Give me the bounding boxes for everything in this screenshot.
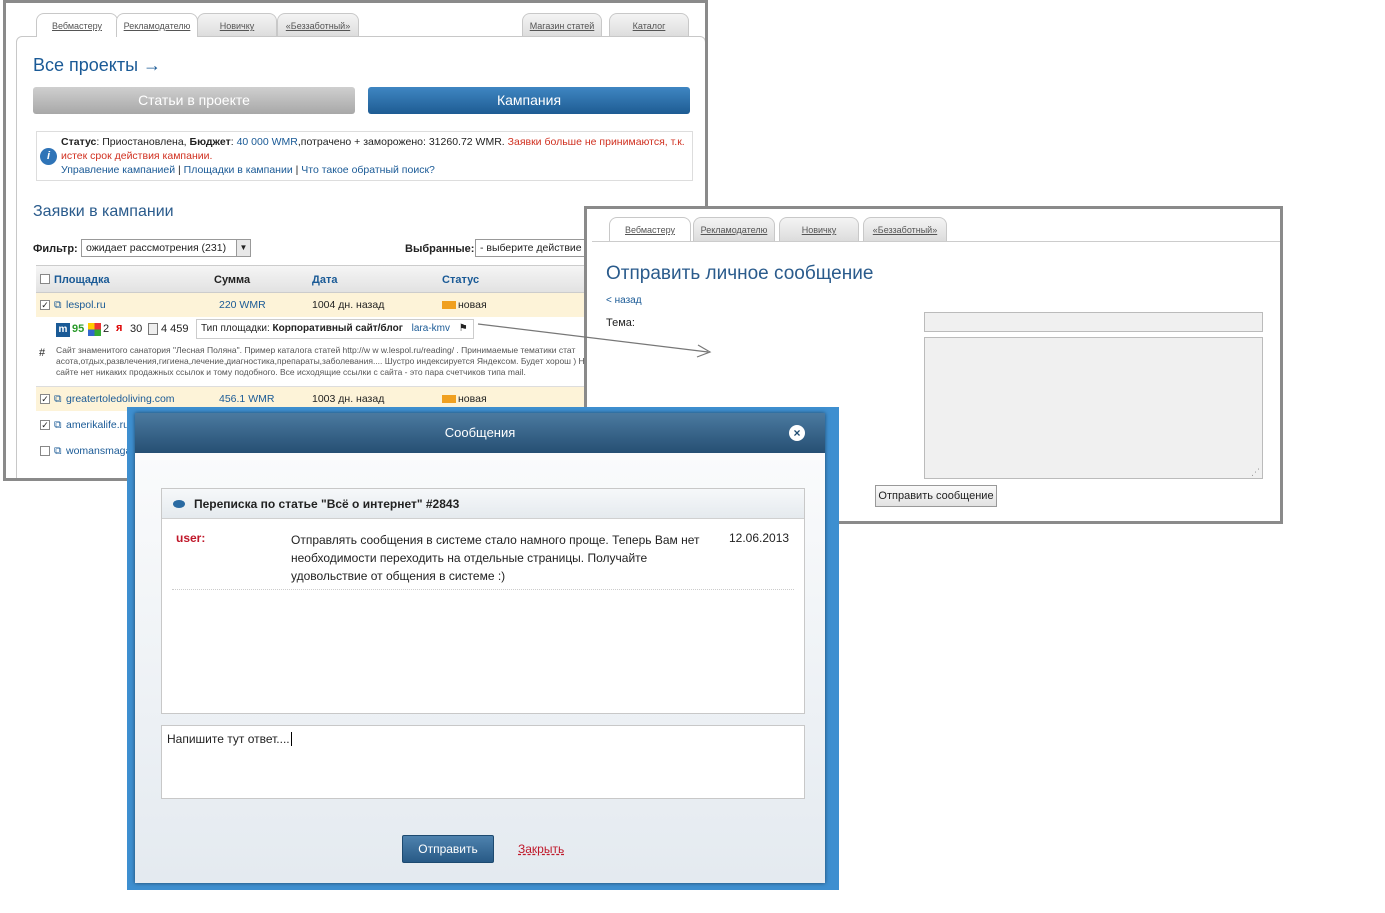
- message-divider: [172, 589, 794, 590]
- metrics-pages: 4 459: [161, 323, 189, 335]
- campaign-sites-link[interactable]: Площадки в кампании: [184, 164, 293, 176]
- site-type-label: Тип площадки:: [201, 323, 270, 334]
- site-type-box: Тип площадки: Корпоративный сайт/блог la…: [196, 319, 474, 339]
- status-value: : Приостановлена,: [96, 136, 190, 148]
- tab-catalog[interactable]: Каталог: [609, 13, 689, 37]
- reply-text: Напишите тут ответ....: [167, 732, 290, 746]
- selected-label: Выбранные:: [405, 243, 475, 255]
- col-site[interactable]: Площадка: [54, 266, 110, 294]
- link-icon: ⧉: [54, 393, 62, 405]
- budget-label: Бюджет: [189, 136, 231, 148]
- message-text: Отправлять сообщения в системе стало нам…: [291, 533, 700, 583]
- hash-mark: #: [39, 347, 46, 359]
- select-all-checkbox[interactable]: [40, 274, 50, 284]
- all-projects-link[interactable]: Все проекты →: [33, 55, 161, 76]
- row-checkbox[interactable]: ✓: [40, 300, 50, 310]
- site-link[interactable]: womansmaga: [66, 439, 131, 463]
- new-badge-icon: [442, 395, 456, 403]
- tab-webmaster[interactable]: Вебмастеру: [609, 217, 691, 241]
- link-icon: ⧉: [54, 299, 62, 311]
- yandex-icon: я: [116, 322, 123, 334]
- selected-action-select[interactable]: - выберите действие -: [475, 239, 595, 257]
- col-date[interactable]: Дата: [312, 266, 337, 294]
- thread-panel: Переписка по статье "Всё о интернет" #28…: [161, 488, 805, 714]
- metrics-y: 30: [130, 323, 143, 335]
- campaign-button[interactable]: Кампания: [368, 87, 690, 114]
- tab-carefree[interactable]: «Беззаботный»: [863, 217, 947, 241]
- metrics-g: 2: [103, 323, 110, 335]
- link-icon: ⧉: [54, 445, 62, 457]
- row-checkbox[interactable]: [40, 446, 50, 456]
- site-link[interactable]: lespol.ru: [66, 293, 106, 317]
- filter-label: Фильтр:: [33, 243, 78, 255]
- tab-newbie[interactable]: Новичку: [779, 217, 859, 241]
- row-checkbox[interactable]: ✓: [40, 420, 50, 430]
- text-cursor: [290, 732, 292, 746]
- tab-advertiser[interactable]: Рекламодателю: [116, 13, 198, 37]
- owner-link[interactable]: lara-kmv: [412, 323, 450, 334]
- budget-value: 40 000 WMR: [236, 136, 298, 148]
- messages-modal-frame: Сообщения × Переписка по статье "Всё о и…: [127, 407, 839, 890]
- message-textarea[interactable]: ⋰: [924, 337, 1263, 479]
- message-date: 12.06.2013: [729, 531, 790, 545]
- info-icon: i: [40, 148, 57, 165]
- send-message-button[interactable]: Отправить сообщение: [875, 485, 997, 507]
- col-status[interactable]: Статус: [442, 266, 479, 294]
- subject-input[interactable]: [924, 312, 1263, 332]
- new-badge-icon: [442, 301, 456, 309]
- chevron-down-icon: ▼: [236, 240, 250, 256]
- row-status: новая: [458, 299, 487, 311]
- row-checkbox[interactable]: ✓: [40, 394, 50, 404]
- filter-select[interactable]: ожидает рассмотрения (231) ▼: [81, 239, 251, 257]
- link-icon: ⧉: [54, 419, 62, 431]
- requests-title: Заявки в кампании: [33, 203, 174, 220]
- resize-handle-icon[interactable]: ⋰: [1251, 467, 1260, 478]
- row-date: 1004 дн. назад: [312, 299, 385, 311]
- campaign-status-box: i Статус: Приостановлена, Бюджет: 40 000…: [36, 131, 693, 181]
- manage-campaign-link[interactable]: Управление кампанией: [61, 164, 175, 176]
- separator: |: [295, 164, 299, 176]
- flag-icon[interactable]: ⚑: [459, 323, 468, 334]
- tab-advertiser[interactable]: Рекламодателю: [693, 217, 775, 241]
- message-author: user:: [176, 531, 206, 545]
- thread-title: Переписка по статье "Всё о интернет" #28…: [194, 497, 460, 511]
- close-link[interactable]: Закрыть: [518, 842, 564, 856]
- requests-table-header: Площадка Сумма Дата Статус: [36, 265, 596, 293]
- modal-title: Сообщения: [444, 425, 516, 440]
- chat-bubble-icon: [173, 500, 185, 508]
- articles-in-project-button[interactable]: Статьи в проекте: [33, 87, 355, 114]
- arrow-icon: [477, 323, 712, 358]
- tab-carefree[interactable]: «Беззаботный»: [277, 13, 359, 37]
- modal-header: Сообщения ×: [135, 413, 825, 453]
- close-icon[interactable]: ×: [789, 425, 805, 441]
- pages-icon: [148, 323, 158, 335]
- table-row: ✓ ⧉ lespol.ru 220 WMR 1004 дн. назад нов…: [36, 293, 596, 317]
- status-label: Статус: [61, 136, 97, 148]
- col-sum: Сумма: [214, 274, 251, 286]
- messages-modal: Сообщения × Переписка по статье "Всё о и…: [135, 413, 825, 883]
- reverse-search-link[interactable]: Что такое обратный поиск?: [301, 164, 435, 176]
- site-link[interactable]: amerikalife.ru: [66, 413, 129, 437]
- separator: |: [178, 164, 181, 176]
- tab-newbie[interactable]: Новичку: [197, 13, 277, 37]
- metrics-m: 95: [72, 323, 85, 335]
- row-sum: 220 WMR: [219, 299, 266, 311]
- spent-value: ,потрачено + заморожено: 31260.72 WMR.: [297, 136, 505, 148]
- site-type-value: Корпоративный сайт/блог: [272, 323, 403, 334]
- tab-article-shop[interactable]: Магазин статей: [522, 13, 602, 37]
- reply-input[interactable]: Напишите тут ответ....: [161, 725, 805, 799]
- metrics-m-icon: m: [56, 323, 70, 337]
- thread-header: Переписка по статье "Всё о интернет" #28…: [162, 489, 804, 519]
- filter-value: ожидает рассмотрения (231): [86, 242, 227, 254]
- send-button[interactable]: Отправить: [402, 835, 494, 863]
- tab-webmaster[interactable]: Вебмастеру: [36, 13, 118, 37]
- google-icon: [88, 323, 101, 336]
- pm-title: Отправить личное сообщение: [606, 263, 874, 284]
- back-link[interactable]: < назад: [606, 295, 642, 306]
